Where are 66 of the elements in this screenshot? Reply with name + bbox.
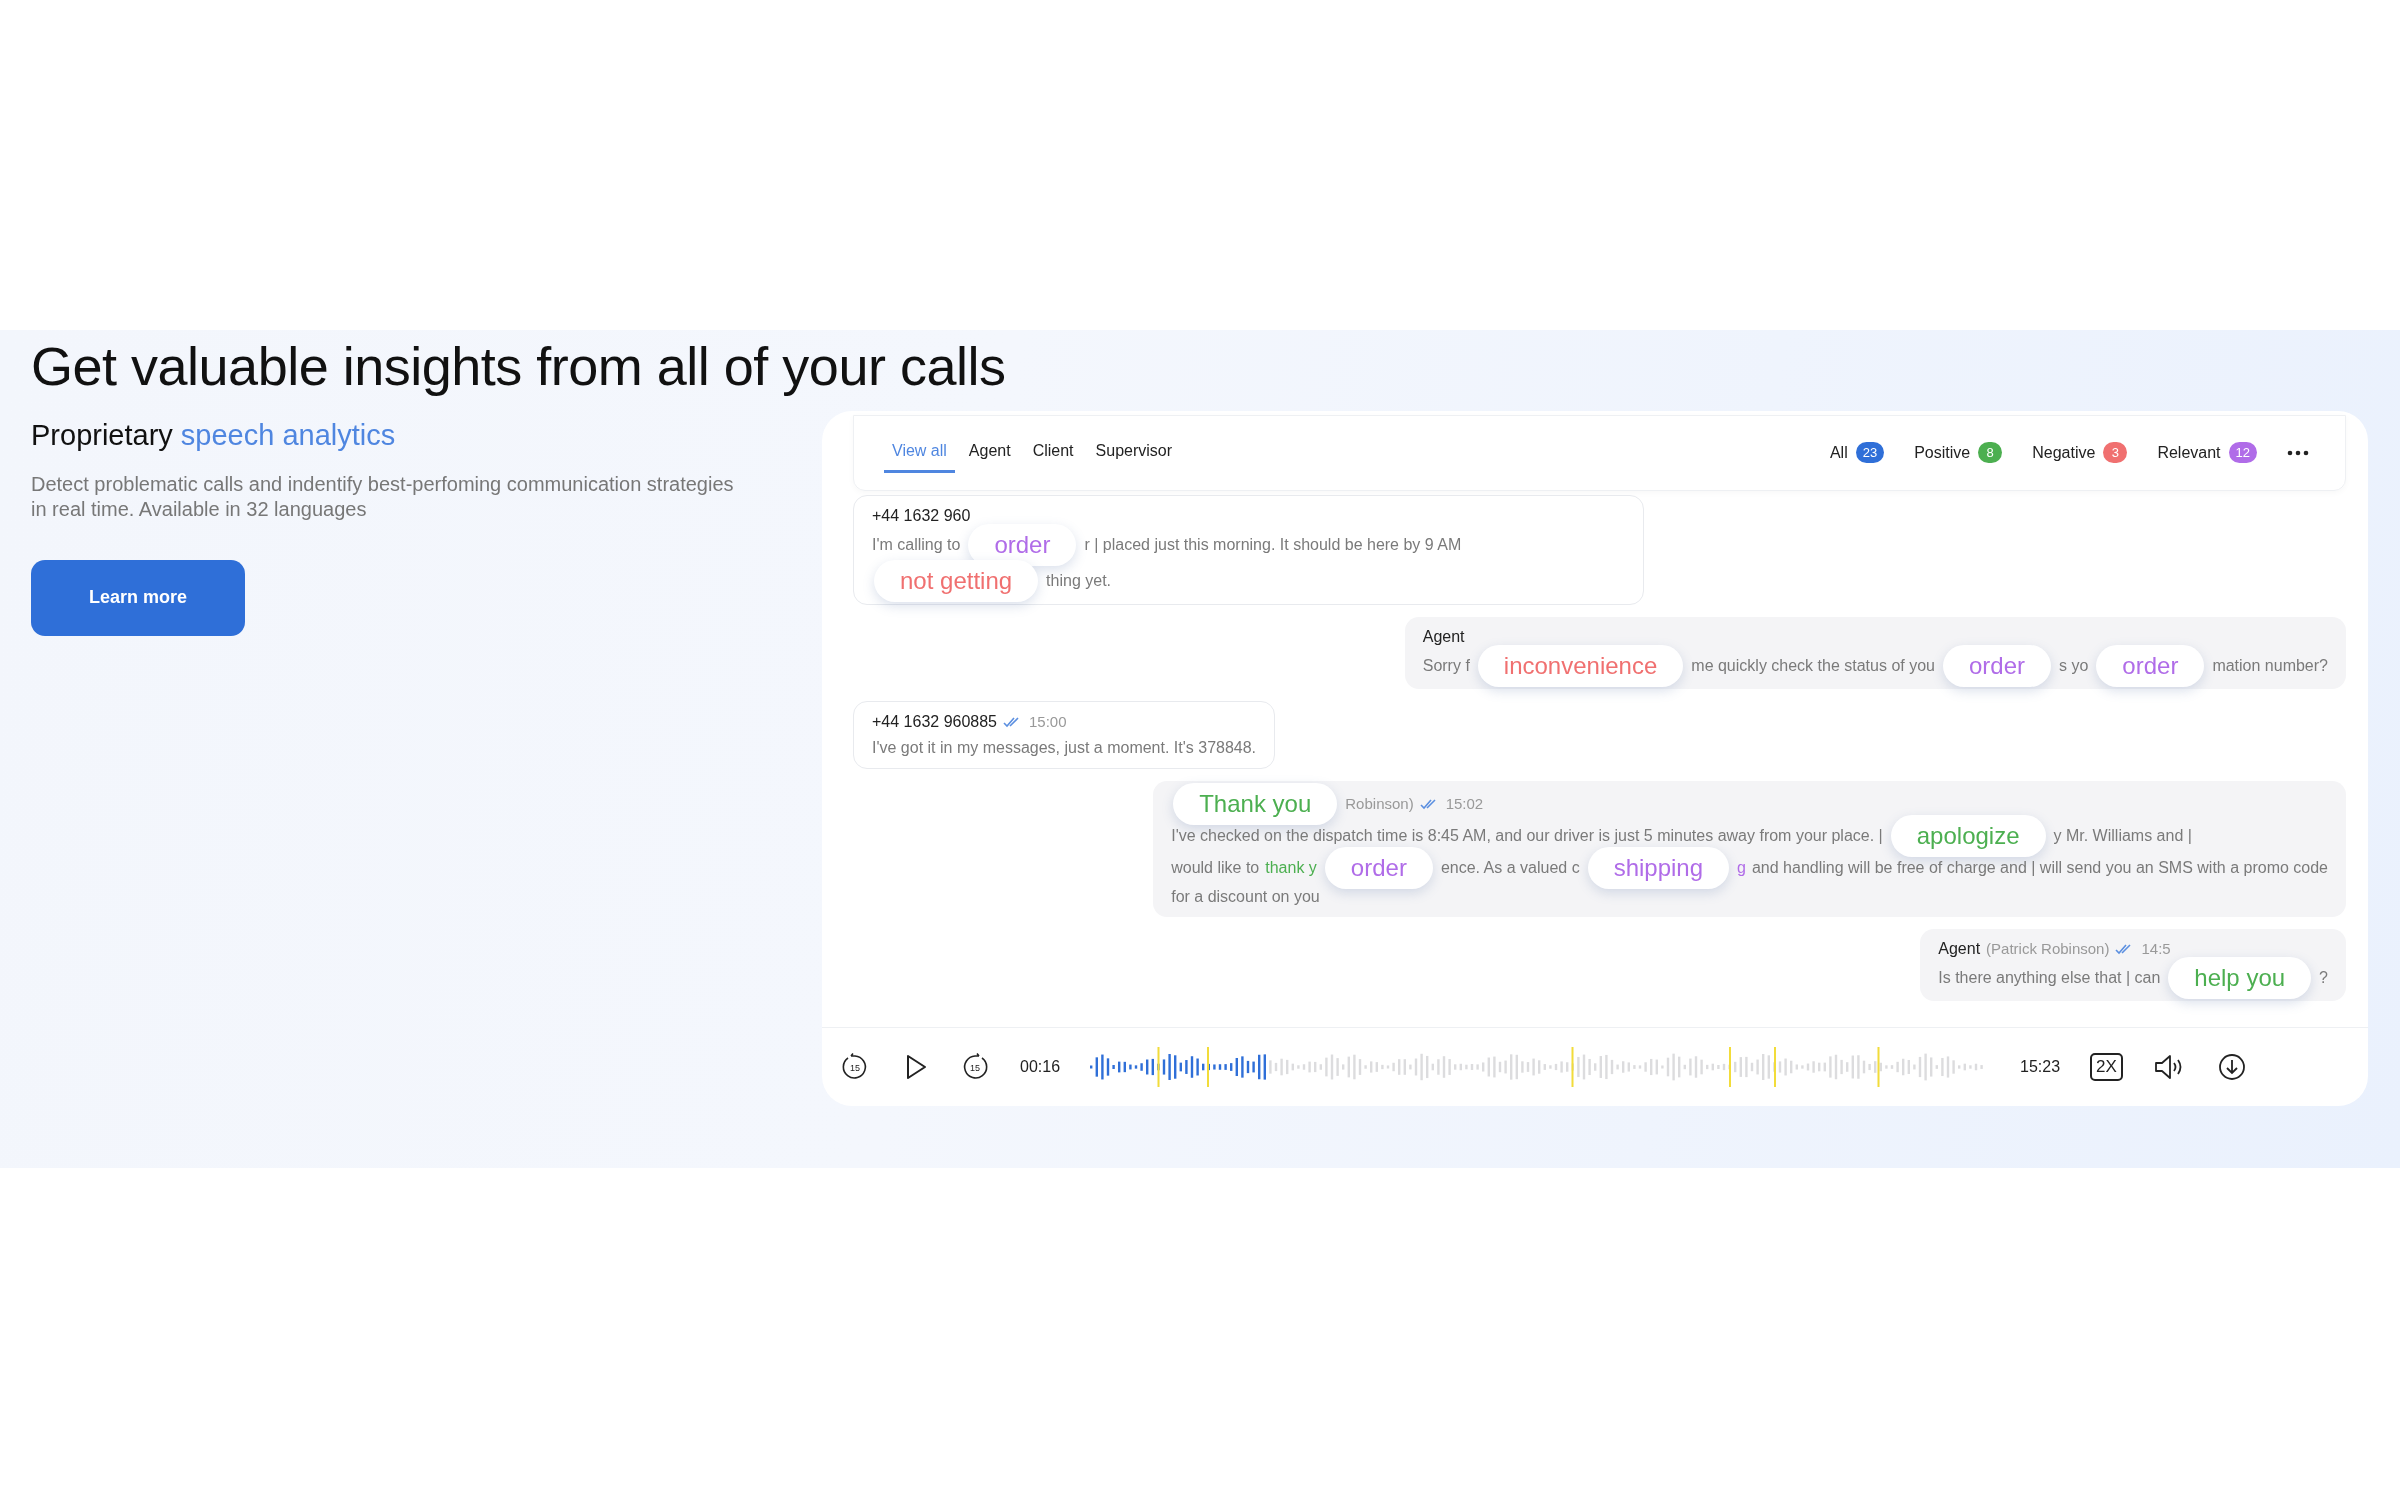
keyword-tag: order (1942, 644, 2051, 687)
keyword-tag: not getting (874, 559, 1039, 602)
keyword-tag: shipping (1587, 846, 1730, 889)
filter-label[interactable]: All (1829, 443, 1848, 462)
speed-button[interactable]: 2X (2090, 1052, 2123, 1081)
tab[interactable]: Agent (960, 432, 1019, 474)
subheading-accent: speech analytics (180, 418, 396, 452)
keyword-tag: order (1324, 846, 1433, 889)
message-meta: 15:02 (1445, 795, 1484, 813)
count-badge: 23 (1855, 442, 1885, 464)
message-sender: +44 1632 960 (872, 506, 971, 525)
count-badge: 12 (2228, 442, 2257, 464)
message-text: Sorry f (1422, 656, 1470, 675)
message-text: and handling will be free of charge and | will send you an SMS with a promo code (1751, 858, 2328, 877)
message-text: y Mr. Williams and | (2053, 826, 2192, 845)
tab[interactable]: View all (884, 432, 955, 474)
message-sender: Agent (1938, 939, 1981, 958)
message-text: for a discount on you (1171, 887, 1320, 906)
message-sender: +44 1632 960885 (872, 712, 997, 731)
filter-label[interactable]: Negative (2032, 443, 2096, 462)
keyword-tag: apologize (1890, 814, 2046, 857)
count-badge: 3 (2103, 442, 2128, 464)
message-text: I'm calling to (872, 535, 961, 554)
keyword-tag: inconvenience (1477, 644, 1684, 687)
filter-label[interactable]: Relevant (2157, 443, 2221, 462)
message-text: ence. As a valued c (1440, 858, 1580, 877)
more-icon[interactable] (2287, 449, 2309, 456)
message-meta: (Patrick Robinson) (1986, 940, 2110, 958)
keyword-tag: order (968, 523, 1077, 566)
count-badge: 8 (1978, 442, 2003, 464)
message-text: would like to (1171, 858, 1260, 877)
marker-line (1729, 1046, 1732, 1087)
keyword-tag: help you (2168, 956, 2312, 999)
message-text: Is there anything else that | can (1938, 968, 2161, 987)
tab[interactable]: Client (1024, 432, 1082, 474)
description: Detect problematic calls and indentify best-perfoming communication strategies in real time. Available in 32 languages (31, 471, 735, 522)
marker-line (1877, 1046, 1880, 1087)
learn-more-button[interactable]: Learn more (31, 559, 245, 636)
message-text: s yo (2059, 656, 2089, 675)
message-meta: Robinson) (1345, 795, 1414, 813)
message-sender: Agent (1422, 627, 1465, 646)
filter-label[interactable]: Positive (1914, 443, 1971, 462)
highlighted-text: thank y (1265, 858, 1317, 877)
marker-line (1207, 1046, 1210, 1087)
waveform-progress[interactable] (1090, 1053, 1267, 1080)
download-icon[interactable] (2216, 1051, 2247, 1082)
message-meta: 14:5 (2141, 940, 2171, 958)
message-text: r | placed just this morning. It should be here by 9 AM (1084, 535, 1462, 554)
keyword-tag: Thank you (1173, 782, 1338, 825)
message-text: ? (2319, 968, 2328, 987)
message-text: I've got it in my messages, just a moment. It's 378848. (872, 738, 1257, 757)
marker-line (1774, 1046, 1777, 1087)
total-time: 15:23 (2020, 1057, 2061, 1076)
page-heading: Get valuable insights from all of your calls (31, 335, 1007, 398)
marker-line (1157, 1046, 1160, 1087)
highlighted-text: g (1737, 858, 1746, 877)
marker-line (1571, 1046, 1574, 1087)
tab[interactable]: Supervisor (1087, 432, 1181, 474)
subheading: Proprietary (31, 418, 173, 452)
current-time: 00:16 (1020, 1057, 1061, 1076)
keyword-tag: order (2096, 644, 2205, 687)
message-text: mation number? (2212, 656, 2328, 675)
message-text: I've checked on the dispatch time is 8:45 AM, and our driver is just 5 minutes away from your place. | (1171, 826, 1883, 845)
message-meta: 15:00 (1029, 713, 1067, 731)
message-text: thing yet. (1046, 571, 1112, 590)
message-text: me quickly check the status of you (1691, 656, 1935, 675)
